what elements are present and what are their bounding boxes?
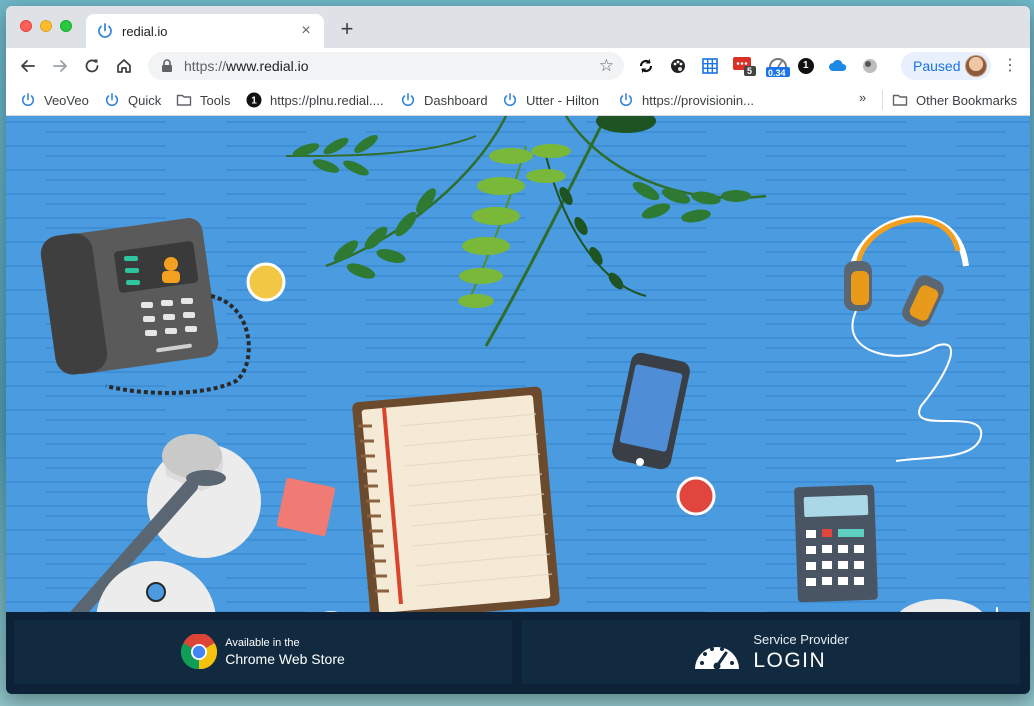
back-button[interactable] bbox=[16, 54, 40, 78]
cloud-extension-icon[interactable] bbox=[828, 56, 848, 76]
profile-status: Paused bbox=[913, 58, 961, 74]
yellow-dot bbox=[246, 262, 286, 302]
power-icon bbox=[503, 92, 517, 107]
chrome-web-store-text: Available in the Chrome Web Store bbox=[225, 637, 345, 667]
bookmark-label: https://plnu.redial.... bbox=[270, 92, 384, 108]
chrome-store-line2: Chrome Web Store bbox=[225, 651, 345, 667]
address-bar[interactable]: https://www.redial.io ☆ bbox=[148, 52, 624, 80]
profile-button[interactable]: Paused bbox=[901, 52, 991, 80]
number-one-icon: 1 bbox=[246, 92, 262, 108]
speedometer-icon bbox=[695, 647, 740, 670]
reload-icon bbox=[85, 59, 99, 73]
forward-button[interactable] bbox=[48, 54, 72, 78]
sticky-note bbox=[276, 477, 336, 537]
red-dot bbox=[676, 476, 716, 516]
page-content: Available in the Chrome Web Store Servic… bbox=[6, 116, 1030, 694]
lock-icon bbox=[162, 59, 172, 72]
blue-extension-badge: 0.34 bbox=[768, 68, 786, 78]
bookmark-label: VeoVeo bbox=[44, 92, 89, 108]
sync-extension-icon[interactable] bbox=[636, 56, 656, 76]
new-tab-button[interactable]: + bbox=[336, 18, 358, 40]
bookmark-quick[interactable]: Quick bbox=[104, 90, 161, 110]
bookmark-provisioning[interactable]: https://provisionin... bbox=[618, 90, 754, 110]
red-extension-badge: 5 bbox=[747, 66, 753, 76]
svg-text:1: 1 bbox=[251, 96, 257, 107]
notebook bbox=[352, 386, 560, 622]
speed-extension-icon[interactable]: 0.34 bbox=[764, 56, 792, 78]
bookmark-folder-other[interactable]: Other Bookmarks bbox=[892, 90, 1017, 110]
folder-icon bbox=[892, 94, 908, 106]
home-button[interactable] bbox=[112, 54, 136, 78]
bookmark-veoveo[interactable]: VeoVeo bbox=[20, 90, 89, 110]
tab-strip: redial.io × + bbox=[6, 6, 1030, 48]
bookmark-utter-hilton[interactable]: Utter - Hilton bbox=[502, 90, 599, 110]
home-icon bbox=[117, 59, 131, 73]
grid-extension-icon[interactable] bbox=[700, 56, 720, 76]
hero-illustration bbox=[6, 116, 1030, 694]
calculator bbox=[794, 484, 878, 603]
bookmark-plnu-redial[interactable]: 1 https://plnu.redial.... bbox=[246, 90, 383, 110]
power-icon bbox=[619, 92, 633, 107]
zoom-window-button[interactable] bbox=[60, 20, 72, 32]
url-scheme: https:// bbox=[184, 58, 227, 74]
power-icon bbox=[105, 92, 119, 107]
red-dots-extension-icon[interactable]: 5 bbox=[732, 56, 758, 76]
chrome-web-store-button[interactable]: Available in the Chrome Web Store bbox=[14, 620, 512, 684]
palette-extension-icon[interactable] bbox=[668, 56, 688, 76]
power-icon bbox=[21, 92, 35, 107]
bookmark-label: Dashboard bbox=[424, 92, 488, 108]
service-provider-login-button[interactable]: Service Provider LOGIN bbox=[522, 620, 1020, 684]
black-extension-badge: 1 bbox=[803, 60, 809, 71]
folder-icon bbox=[176, 94, 192, 106]
bookmarks-overflow-button[interactable]: » bbox=[859, 90, 866, 105]
number-one-extension-icon[interactable]: 1 bbox=[796, 56, 816, 76]
bookmark-label: Other Bookmarks bbox=[916, 92, 1018, 108]
bookmarks-bar: VeoVeo Quick Tools 1 https://plnu.redial… bbox=[6, 84, 1030, 116]
power-icon bbox=[98, 23, 112, 38]
power-icon bbox=[401, 92, 415, 107]
bookmarks-divider bbox=[882, 90, 883, 110]
tab-close-button[interactable]: × bbox=[298, 22, 314, 40]
reload-button[interactable] bbox=[80, 54, 104, 78]
bookmark-folder-tools[interactable]: Tools bbox=[176, 90, 230, 110]
toolbar: https://www.redial.io ☆ 5 0.34 1 Paused … bbox=[6, 48, 1030, 84]
chrome-store-line1: Available in the bbox=[225, 637, 300, 649]
login-line1: Service Provider bbox=[753, 631, 849, 647]
bookmark-label: Quick bbox=[128, 92, 162, 108]
tab-redial[interactable]: redial.io × bbox=[86, 14, 324, 48]
tab-title: redial.io bbox=[122, 23, 168, 39]
orb-extension-icon[interactable] bbox=[860, 56, 880, 76]
bookmark-star-icon[interactable]: ☆ bbox=[599, 56, 614, 76]
avatar bbox=[965, 55, 987, 77]
back-icon bbox=[21, 60, 35, 72]
bookmark-label: Tools bbox=[200, 92, 231, 108]
browser-window: redial.io × + https://www.redial.io ☆ 5 … bbox=[6, 6, 1030, 694]
login-text: Service Provider LOGIN bbox=[753, 632, 848, 673]
cta-bar: Available in the Chrome Web Store Servic… bbox=[6, 612, 1030, 694]
url-host: www.redial.io bbox=[226, 58, 309, 74]
close-window-button[interactable] bbox=[20, 20, 32, 32]
bookmark-dashboard[interactable]: Dashboard bbox=[400, 90, 488, 110]
minimize-window-button[interactable] bbox=[40, 20, 52, 32]
login-line2: LOGIN bbox=[753, 648, 827, 672]
browser-menu-button[interactable]: ⋮ bbox=[1002, 56, 1018, 76]
bookmark-label: Utter - Hilton bbox=[526, 92, 599, 108]
bookmark-label: https://provisionin... bbox=[642, 92, 754, 108]
forward-icon bbox=[53, 60, 67, 72]
chrome-logo-icon bbox=[181, 634, 218, 670]
